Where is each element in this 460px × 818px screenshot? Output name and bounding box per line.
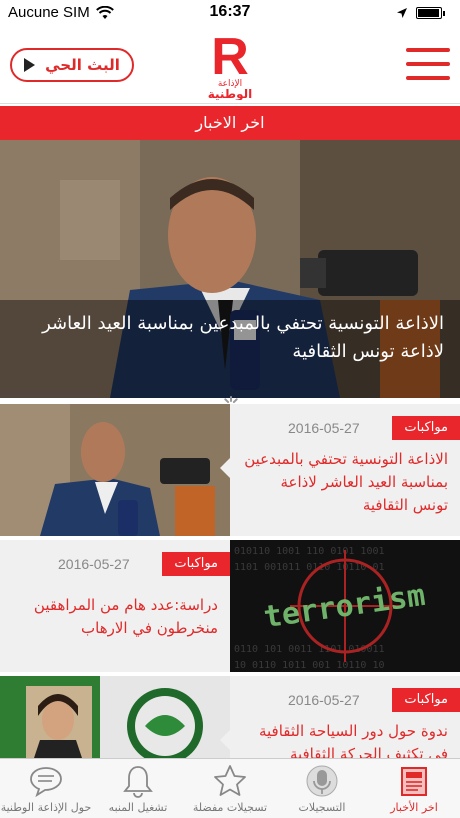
tab-bar: حول الإذاعة الوطنية تشغيل المنبه تسجيلات… [0,758,460,818]
news-text: مواكبات 2016-05-27 دراسة:عدد هام من المر… [0,540,230,672]
news-date: 2016-05-27 [58,556,130,572]
hamburger-menu-icon[interactable] [406,46,450,84]
news-item[interactable]: مواكبات 2016-05-27 الاذاعة التونسية تحتف… [0,404,460,536]
section-title: اخر الاخبار [0,106,460,140]
tab-label: التسجيلات [298,801,346,814]
svg-text:010110 1001 110 0101 1001: 010110 1001 110 0101 1001 [234,546,385,557]
tab-label: حول الإذاعة الوطنية [0,801,92,814]
news-thumbnail: 010110 1001 110 0101 1001 1101 001011 01… [230,540,460,672]
news-category: مواكبات [392,416,460,440]
tab-alarm[interactable]: تشغيل المنبه [92,759,184,818]
news-category: مواكبات [392,688,460,712]
news-title: الاذاعة التونسية تحتفي بالمبدعين بمناسبة… [244,450,448,514]
tab-latest-news[interactable]: اخر الأخبار [368,759,460,818]
status-time: 16:37 [209,3,251,20]
logo-line2: الوطنية [208,87,253,100]
hero-title: الاذاعة التونسية تحتفي بالمبدعين بمناسبة… [0,300,460,398]
tab-label: تشغيل المنبه [108,801,168,814]
news-date: 2016-05-27 [288,420,360,436]
live-stream-button[interactable]: البث الحي [10,48,134,82]
radio-logo[interactable]: R الإذاعة الوطنية [198,30,262,100]
news-date: 2016-05-27 [288,692,360,708]
news-thumbnail [0,404,230,536]
newspaper-icon [401,767,427,796]
tab-label: اخر الأخبار [390,801,438,814]
live-stream-label: البث الحي [45,56,120,74]
news-item[interactable]: مواكبات 2016-05-27 دراسة:عدد هام من المر… [0,540,460,672]
tab-favorites[interactable]: تسجيلات مفضلة [184,759,276,818]
play-icon [24,58,36,72]
hero-story[interactable]: الاذاعة التونسية تحتفي بالمبدعين بمناسبة… [0,140,460,398]
app-header: البث الحي R الإذاعة الوطنية [0,26,460,104]
logo-letter: R [211,30,249,86]
location-arrow-icon [397,8,407,18]
tab-recordings[interactable]: التسجيلات [276,759,368,818]
battery-level [418,9,439,17]
chat-bubble-icon [30,767,62,798]
star-icon [214,765,246,796]
news-title: دراسة:عدد هام من المراهقين منخرطون في ال… [33,596,218,637]
svg-text:10 0110 1011 001 10110 10: 10 0110 1011 001 10110 10 [234,660,385,671]
pointer-arrow [220,730,230,750]
tab-label: تسجيلات مفضلة [192,801,268,814]
microphone-icon [306,765,338,797]
pointer-arrow [220,458,230,478]
news-text: مواكبات 2016-05-27 الاذاعة التونسية تحتف… [230,404,460,536]
bell-icon [123,766,153,798]
battery-icon [416,7,445,19]
tab-about[interactable]: حول الإذاعة الوطنية [0,759,92,818]
news-category: مواكبات [162,552,230,576]
status-bar: Aucune SIM 16:37 [0,0,460,26]
